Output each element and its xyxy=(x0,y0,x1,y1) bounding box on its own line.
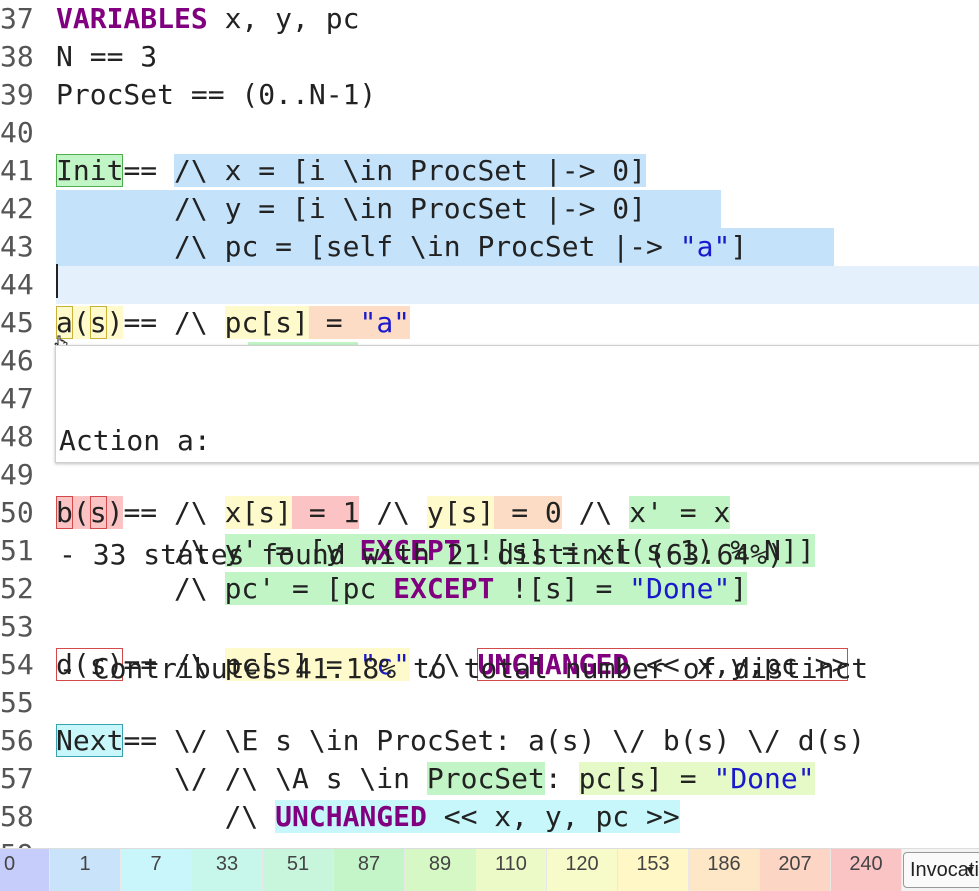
code-line: 38 N == 3 xyxy=(0,38,979,76)
tooltip-title: Action a: xyxy=(59,424,211,457)
line-number: 45 xyxy=(0,306,34,339)
metric-dropdown[interactable]: Invocations ▼ xyxy=(903,852,979,888)
legend-swatch-120: 120 xyxy=(547,849,618,891)
string-literal: "Done" xyxy=(713,762,815,795)
init-conjunct: /\ x = [i \in ProcSet |-> 0] xyxy=(174,154,647,187)
legend-swatch-153: 153 xyxy=(618,849,689,891)
line-number: 57 xyxy=(0,762,34,795)
text-cursor xyxy=(56,264,58,298)
line-number: 37 xyxy=(0,2,34,35)
chevron-down-icon: ▼ xyxy=(964,863,976,877)
legend-swatch-186: 186 xyxy=(689,849,760,891)
init-definition-name[interactable]: Init xyxy=(56,154,124,187)
line-number: 38 xyxy=(0,40,34,73)
code-line: 40 xyxy=(0,114,979,152)
line-number: 58 xyxy=(0,800,34,833)
line-number: 40 xyxy=(0,116,34,149)
line-number: 42 xyxy=(0,192,34,225)
tooltip-states-found: - 33 states found with 21 distinct (63.6… xyxy=(59,538,784,571)
tooltip-contribution: - Contributes 41.18% to total number of … xyxy=(59,652,869,685)
init-conjunct: /\ y = [i \in ProcSet |-> 0] xyxy=(174,192,647,225)
line-number: 43 xyxy=(0,230,34,263)
string-literal: "a" xyxy=(359,306,411,339)
line-number: 51 xyxy=(0,534,34,567)
init-conjunct: /\ pc = [self \in ProcSet |-> xyxy=(174,230,680,263)
legend-swatch-240: 240 xyxy=(831,849,902,891)
code-text: ProcSet == (0..N-1) xyxy=(56,78,377,111)
legend-swatch-7: 7 xyxy=(121,849,192,891)
line-number: 55 xyxy=(0,686,34,719)
code-text: N == 3 xyxy=(56,40,158,73)
line-number: 46 xyxy=(0,344,34,377)
line-number: 47 xyxy=(0,382,34,415)
legend-swatch-87: 87 xyxy=(334,849,405,891)
code-line: 41 Init== /\ x = [i \in ProcSet |-> 0] xyxy=(0,152,979,190)
legend-swatch-51: 51 xyxy=(263,849,334,891)
coverage-legend: 01733518789110120153186207240 Invocation… xyxy=(0,848,979,891)
line-number: 39 xyxy=(0,78,34,111)
guard-expr: pc[s] xyxy=(224,306,309,339)
code-editor[interactable]: 37 VARIABLES x, y, pc 38 N == 3 39 ProcS… xyxy=(0,0,979,848)
action-a-param: s xyxy=(89,306,107,339)
code-line: 59 xyxy=(0,836,979,848)
code-line: 57 \/ /\ \A s \in ProcSet: pc[s] = "Done… xyxy=(0,760,979,798)
code-line: 42 /\ y = [i \in ProcSet |-> 0] xyxy=(0,190,979,228)
code-line: 45 a(s)== /\ pc[s] = "a" xyxy=(0,304,979,342)
line-number: 41 xyxy=(0,154,34,187)
legend-swatch-33: 33 xyxy=(192,849,263,891)
keyword-unchanged: UNCHANGED xyxy=(275,800,427,833)
legend-swatch-1: 1 xyxy=(50,849,121,891)
line-number: 50 xyxy=(0,496,34,529)
keyword-variables: VARIABLES xyxy=(56,2,208,35)
code-line: 43 /\ pc = [self \in ProcSet |-> "a"] xyxy=(0,228,979,266)
line-number: 59 xyxy=(0,836,56,848)
line-number: 49 xyxy=(0,458,34,491)
code-line: 39 ProcSet == (0..N-1) xyxy=(0,76,979,114)
line-number: 56 xyxy=(0,724,34,757)
legend-swatch-0: 0 xyxy=(0,849,50,891)
line-number: 52 xyxy=(0,572,34,605)
coverage-tooltip: Action a: - 33 states found with 21 dist… xyxy=(55,345,979,685)
current-line: 44 xyxy=(0,266,979,304)
code-line: 37 VARIABLES x, y, pc xyxy=(0,0,979,38)
line-number: 48 xyxy=(0,420,34,453)
line-number: 53 xyxy=(0,610,34,643)
legend-swatch-110: 110 xyxy=(476,849,547,891)
string-literal: "a" xyxy=(679,230,731,263)
legend-swatch-207: 207 xyxy=(760,849,831,891)
code-line: 58 /\ UNCHANGED << x, y, pc >> xyxy=(0,798,979,836)
line-number: 44 xyxy=(0,266,56,304)
legend-swatch-89: 89 xyxy=(405,849,476,891)
line-number: 54 xyxy=(0,648,34,681)
code-text: x, y, pc xyxy=(207,2,360,35)
